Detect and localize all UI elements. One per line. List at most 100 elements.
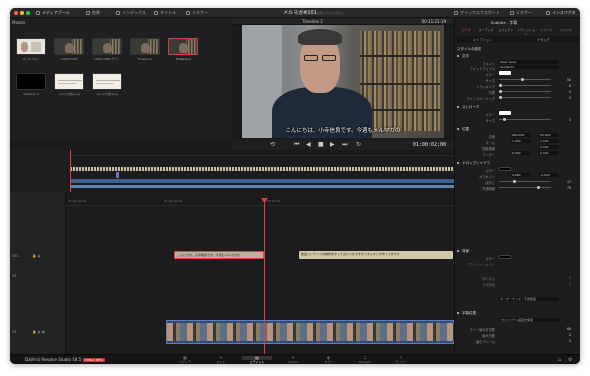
tab-video[interactable]: ビデオ: [457, 28, 475, 32]
ruler-time: 01:00:02;00: [164, 199, 183, 203]
nav-media[interactable]: ▦ メディア: [170, 356, 200, 365]
nav-fairlight[interactable]: ♫ Fairlight: [350, 356, 380, 365]
min-duration-value[interactable]: 0: [553, 339, 571, 343]
stop-icon[interactable]: ■: [318, 141, 324, 149]
pos-x-field[interactable]: 960.000: [511, 133, 531, 137]
track-lock-icon[interactable]: 🔒 ◉: [32, 254, 41, 258]
expand-icon: [457, 55, 459, 57]
video-viewer[interactable]: こんにちは、小寺信良です。今週もメルマガの: [242, 25, 444, 138]
anchor-x-field[interactable]: 0.000: [511, 151, 531, 155]
timeline-name[interactable]: Timeline 2: [302, 19, 323, 24]
timeline-ruler[interactable]: 01:00:00;00 01:00:02;00 01:00:04;00: [66, 198, 454, 206]
timeline-thumb[interactable]: [130, 38, 160, 55]
line-space-value[interactable]: 0: [553, 96, 571, 100]
font-face-select[interactable]: Semibold: [499, 65, 559, 69]
stroke-color-swatch[interactable]: [499, 111, 511, 115]
toolbar-inspector[interactable]: インスペクタ: [546, 10, 575, 16]
size-value[interactable]: 50: [553, 78, 571, 82]
mini-playhead[interactable]: [70, 150, 71, 192]
toolbar-index[interactable]: インデックス: [116, 10, 146, 16]
text-color-swatch[interactable]: [499, 71, 511, 75]
line-count-value[interactable]: 60: [553, 327, 571, 331]
shadow-color-swatch[interactable]: [499, 167, 511, 171]
toolbar-titles[interactable]: タイトル: [154, 10, 176, 16]
tracking-value[interactable]: 0: [553, 84, 571, 88]
leading-slider[interactable]: [499, 90, 551, 93]
bg-color-swatch[interactable]: [499, 255, 511, 259]
tab-image[interactable]: イメージ: [537, 28, 555, 32]
stroke-size-slider[interactable]: [499, 118, 551, 121]
skip-end-icon[interactable]: ⏭: [342, 141, 347, 149]
home-icon[interactable]: ⌂: [558, 357, 561, 363]
close-window-icon[interactable]: [14, 11, 18, 15]
nav-color[interactable]: ◐ カラー: [314, 356, 344, 365]
shadow-offset-x[interactable]: 4.000: [511, 173, 531, 177]
anchor-y-field[interactable]: 0.000: [539, 151, 559, 155]
section-stroke[interactable]: ストローク: [457, 104, 579, 110]
image-thumb[interactable]: [54, 73, 84, 90]
media-clip-thumb[interactable]: [92, 38, 122, 55]
settings-gear-icon[interactable]: ⚙: [568, 357, 572, 363]
toolbar-mixer[interactable]: ミキサー: [186, 10, 208, 16]
section-background[interactable]: 背景: [457, 248, 579, 254]
loop-playback-icon[interactable]: ↻: [356, 141, 361, 149]
rotation-field[interactable]: 0.000: [539, 145, 559, 149]
font-select[interactable]: Open Sans: [499, 60, 559, 64]
zoom-y-field[interactable]: 1.000: [539, 139, 559, 143]
stroke-size-value[interactable]: 3: [553, 118, 571, 122]
section-font[interactable]: 文字: [457, 53, 579, 59]
timeline-tracks-area[interactable]: 01:00:00;00 01:00:02;00 01:00:04;00 こんにち…: [66, 150, 454, 354]
subtab-caption[interactable]: キャプション: [473, 37, 492, 42]
toolbar-mixer-right[interactable]: ミキサー: [510, 10, 532, 16]
loop-icon[interactable]: ⟲: [270, 141, 275, 149]
bg-round-value[interactable]: 0: [553, 276, 571, 280]
toolbar-quick-export[interactable]: クイックエクスポート: [454, 10, 500, 16]
toolbar-media-pool[interactable]: メディアプール: [36, 10, 70, 16]
tracking-slider[interactable]: [499, 84, 551, 87]
bg-opacity-value[interactable]: 0: [553, 282, 571, 286]
tab-label: ビデオ: [461, 28, 471, 32]
play-icon[interactable]: ▶: [330, 141, 335, 149]
section-drop-shadow[interactable]: ドロップシャドウ: [457, 160, 579, 166]
size-slider[interactable]: [499, 78, 551, 81]
subtab-track[interactable]: トラック: [537, 37, 550, 42]
tab-transition[interactable]: トランジション: [517, 28, 535, 36]
media-clip-thumb[interactable]: [54, 38, 84, 55]
video-clip[interactable]: [166, 320, 454, 344]
maximize-window-icon[interactable]: [26, 11, 30, 15]
shadow-blur-slider[interactable]: [499, 180, 551, 183]
nav-deliver[interactable]: ⇪ デリバー: [386, 356, 416, 365]
pos-y-field[interactable]: 84.000: [539, 133, 559, 137]
image-thumb[interactable]: [92, 73, 122, 90]
minimize-window-icon[interactable]: [20, 11, 24, 15]
shadow-opacity-value[interactable]: 75: [553, 186, 571, 190]
reverse-icon[interactable]: ◀: [306, 141, 311, 149]
track-visibility-icon[interactable]: 🔒 ◉ ▣: [32, 330, 45, 334]
nav-edit[interactable]: ▤ エディット: [242, 356, 272, 364]
leading-value[interactable]: 0: [553, 90, 571, 94]
mini-ruler[interactable]: [70, 150, 454, 156]
section-position[interactable]: 位置: [457, 126, 579, 132]
shadow-opacity-slider[interactable]: [499, 186, 551, 189]
shadow-offset-y[interactable]: -4.000: [539, 173, 559, 177]
tab-file[interactable]: ファイル: [557, 28, 575, 32]
toolbar-effects[interactable]: 効果: [86, 10, 100, 16]
nav-fusion[interactable]: ✦ Fusion: [278, 356, 308, 365]
line-space-slider[interactable]: [499, 96, 551, 99]
media-clip-thumb[interactable]: [16, 38, 46, 55]
timeline-thumb-selected[interactable]: [168, 38, 198, 55]
nav-cut[interactable]: ✂ カット: [206, 356, 236, 365]
zoom-x-field[interactable]: 1.000: [511, 139, 531, 143]
project-setting-checkbox[interactable]: プロジェクト設定を使用: [499, 318, 559, 322]
tab-effects[interactable]: エフェクト: [497, 28, 515, 32]
skip-start-icon[interactable]: ⏮: [294, 141, 299, 149]
media-clip-thumb[interactable]: [16, 73, 46, 90]
playhead[interactable]: [264, 198, 265, 354]
bg-mode-select[interactable]: ボーダーサイズ／不透明度: [499, 297, 559, 301]
tab-audio[interactable]: オーディオ: [477, 28, 495, 32]
subtitle-clip[interactable]: 動画コンテンツの制作をやってみたいのですがスタジオとか作ってますか: [299, 251, 453, 259]
shadow-blur-value[interactable]: 17: [553, 180, 571, 184]
section-subtitle-position[interactable]: 字幕位置: [457, 310, 579, 316]
subtitle-clip-selected[interactable]: こんにちは、小寺信良です。今週もメルマガの: [174, 251, 264, 259]
max-lines-value[interactable]: 2: [553, 333, 571, 337]
